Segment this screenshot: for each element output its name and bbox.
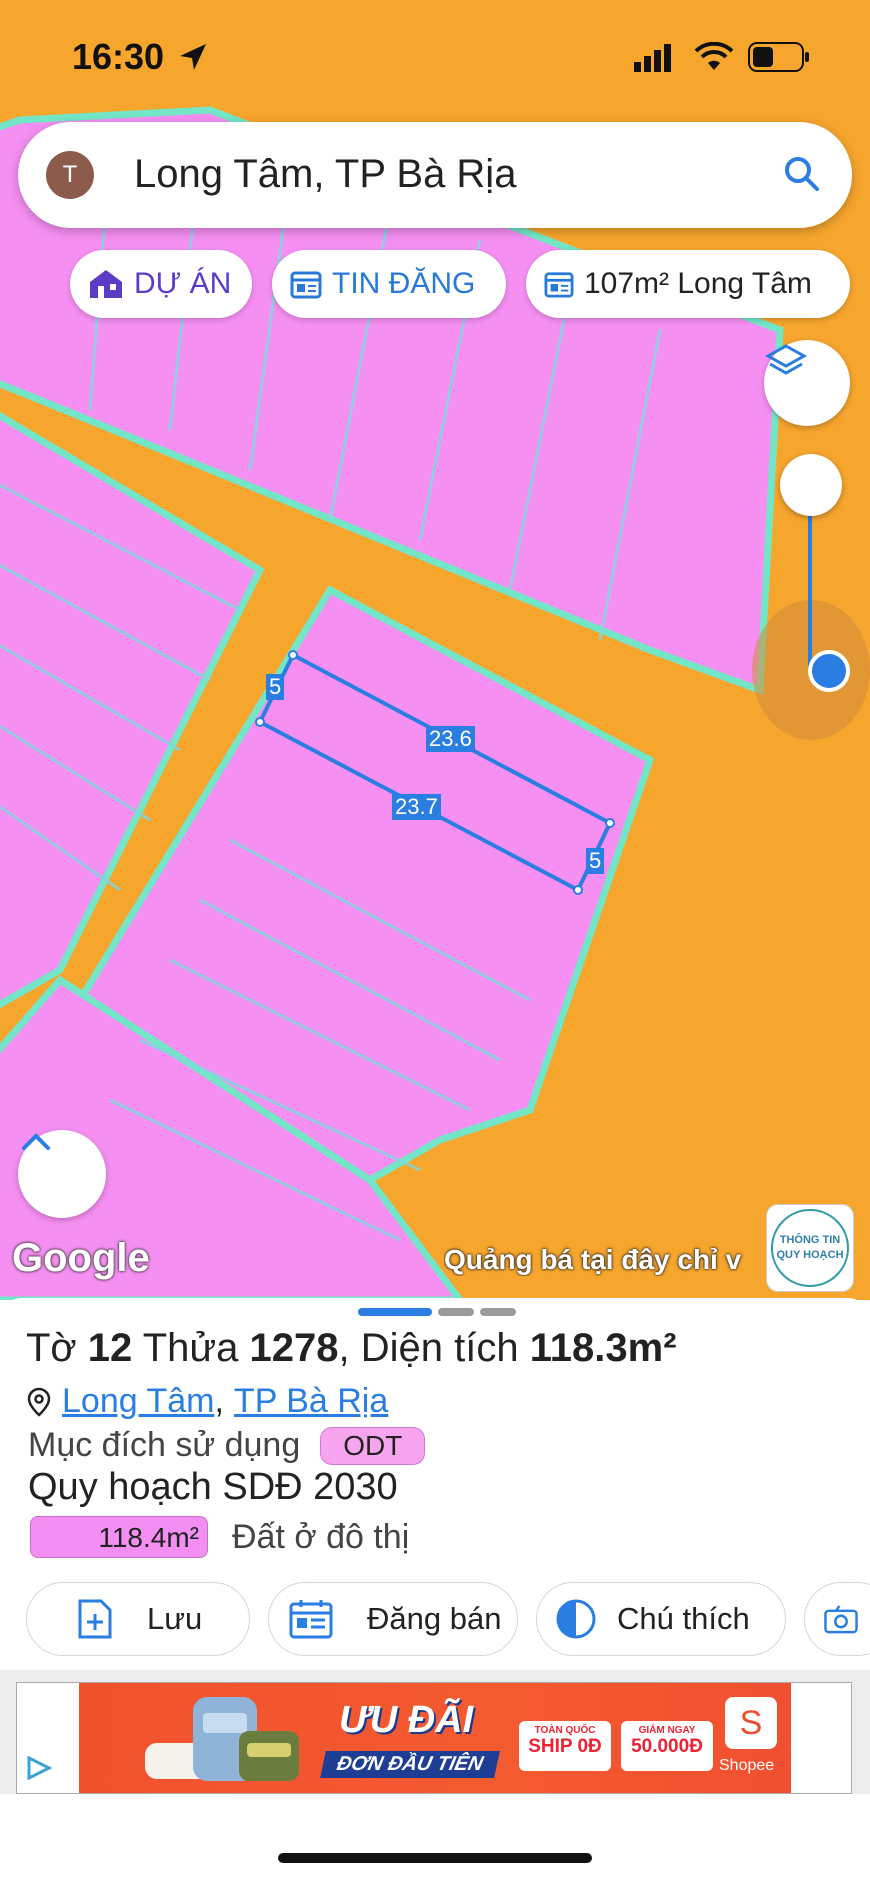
post-for-sale-button[interactable]: Đăng bán	[268, 1582, 518, 1656]
chip-listings[interactable]: TIN ĐĂNG	[272, 250, 506, 318]
ad-banner[interactable]: ƯU ĐÃI ĐƠN ĐẦU TIÊN TOÀN QUỐC SHIP 0Đ GI…	[79, 1683, 791, 1793]
map-pin-icon	[27, 1387, 51, 1417]
chip-projects[interactable]: DỰ ÁN	[70, 250, 252, 318]
parcel-title: Tờ 12 Thửa 1278, Diện tích 118.3m²	[26, 1326, 677, 1370]
parcel-address: Long Tâm, TP Bà Rịa	[26, 1382, 388, 1421]
save-button[interactable]: Lưu	[26, 1582, 250, 1656]
sheet-number: 12	[87, 1326, 133, 1370]
ad-subheadline: ĐƠN ĐẦU TIÊN	[320, 1751, 500, 1778]
listing-icon	[544, 272, 574, 298]
sheet-pager[interactable]	[358, 1308, 516, 1316]
battery-icon	[748, 42, 809, 72]
current-location-dot	[808, 650, 850, 692]
ad-area: ƯU ĐÃI ĐƠN ĐẦU TIÊN TOÀN QUỐC SHIP 0Đ GI…	[0, 1670, 870, 1794]
map-ad-text[interactable]: Quảng bá tại đây chỉ v	[444, 1244, 764, 1276]
status-time: 16:30	[72, 36, 165, 77]
ad-product-image	[145, 1697, 299, 1781]
plan-area-row: 118.4m² Đất ở đô thị	[30, 1516, 409, 1558]
parcel-info-sheet: Tờ 12 Thửa 1278, Diện tích 118.3m² Long …	[0, 1298, 870, 1670]
pager-dot[interactable]	[438, 1308, 474, 1316]
dimension-label-right: 5	[586, 848, 605, 874]
search-bar[interactable]: T Long Tâm, TP Bà Rịa	[18, 122, 852, 228]
purpose-label: Mục đích sử dụng	[28, 1426, 301, 1464]
avatar[interactable]: T	[46, 151, 94, 199]
ad-discount-badge: GIẢM NGAY 50.000Đ	[621, 1721, 713, 1771]
dimension-label-long-top: 23.6	[426, 726, 475, 752]
chip-projects-label: DỰ ÁN	[134, 267, 232, 300]
purpose-code-badge: ODT	[320, 1426, 426, 1465]
save-file-icon	[78, 1599, 112, 1639]
listing-icon	[290, 271, 322, 299]
search-input[interactable]: Long Tâm, TP Bà Rịa	[134, 152, 516, 197]
ad-shipping-badge: TOÀN QUỐC SHIP 0Đ	[519, 1721, 611, 1771]
legend-button[interactable]: Chú thích	[536, 1582, 786, 1656]
chevron-up-icon	[22, 1133, 50, 1150]
plan-title: Quy hoạch SDĐ 2030	[28, 1466, 398, 1508]
chip-listing-107m2[interactable]: 107m² Long Tâm	[526, 250, 850, 318]
location-arrow-icon	[180, 44, 206, 70]
chip-listing-107m2-label: 107m² Long Tâm	[584, 267, 812, 300]
wifi-icon	[694, 42, 734, 70]
plan-type-label: Đất ở đô thị	[232, 1517, 410, 1556]
pager-dot-active[interactable]	[358, 1308, 432, 1316]
camera-button[interactable]	[804, 1582, 870, 1656]
ad-banner-frame[interactable]: ƯU ĐÃI ĐƠN ĐẦU TIÊN TOÀN QUỐC SHIP 0Đ GI…	[16, 1682, 852, 1794]
city-link[interactable]: TP Bà Rịa	[234, 1382, 388, 1421]
parcel-area: 118.3m²	[529, 1326, 677, 1370]
pager-dot[interactable]	[480, 1308, 516, 1316]
legend-icon	[556, 1599, 596, 1639]
action-bar: Lưu Đăng bán Chú thích	[26, 1582, 870, 1656]
planning-info-badge: THÔNG TIN QUY HOẠCH	[771, 1209, 849, 1287]
dimension-label-long-bottom: 23.7	[392, 794, 441, 820]
plan-area-bar: 118.4m²	[30, 1516, 208, 1558]
camera-icon	[824, 1605, 858, 1634]
google-logo: Google	[12, 1236, 150, 1280]
land-use-purpose: Mục đích sử dụng ODT	[28, 1426, 426, 1465]
dimension-label-top: 5	[266, 674, 285, 700]
shopee-bag-icon: S	[725, 1697, 777, 1749]
planning-info-button[interactable]: THÔNG TIN QUY HOẠCH	[766, 1204, 854, 1292]
home-indicator[interactable]	[278, 1853, 592, 1863]
ad-headline: ƯU ĐÃI	[339, 1699, 474, 1741]
ad-choices-icon[interactable]	[25, 1755, 53, 1781]
ward-link[interactable]: Long Tâm	[62, 1382, 214, 1421]
chip-listings-label: TIN ĐĂNG	[332, 267, 476, 300]
cellular-signal-icon	[634, 44, 671, 72]
calendar-icon	[289, 1600, 333, 1639]
ad-brand: Shopee	[719, 1757, 775, 1774]
status-bar: 16:30	[0, 0, 870, 110]
search-icon[interactable]	[782, 154, 822, 194]
layers-icon	[764, 344, 808, 375]
lot-number: 1278	[249, 1326, 339, 1370]
zoom-slider-knob[interactable]	[780, 454, 842, 516]
house-icon	[90, 270, 122, 298]
layers-button[interactable]	[764, 340, 850, 426]
expand-up-button[interactable]	[18, 1130, 106, 1218]
